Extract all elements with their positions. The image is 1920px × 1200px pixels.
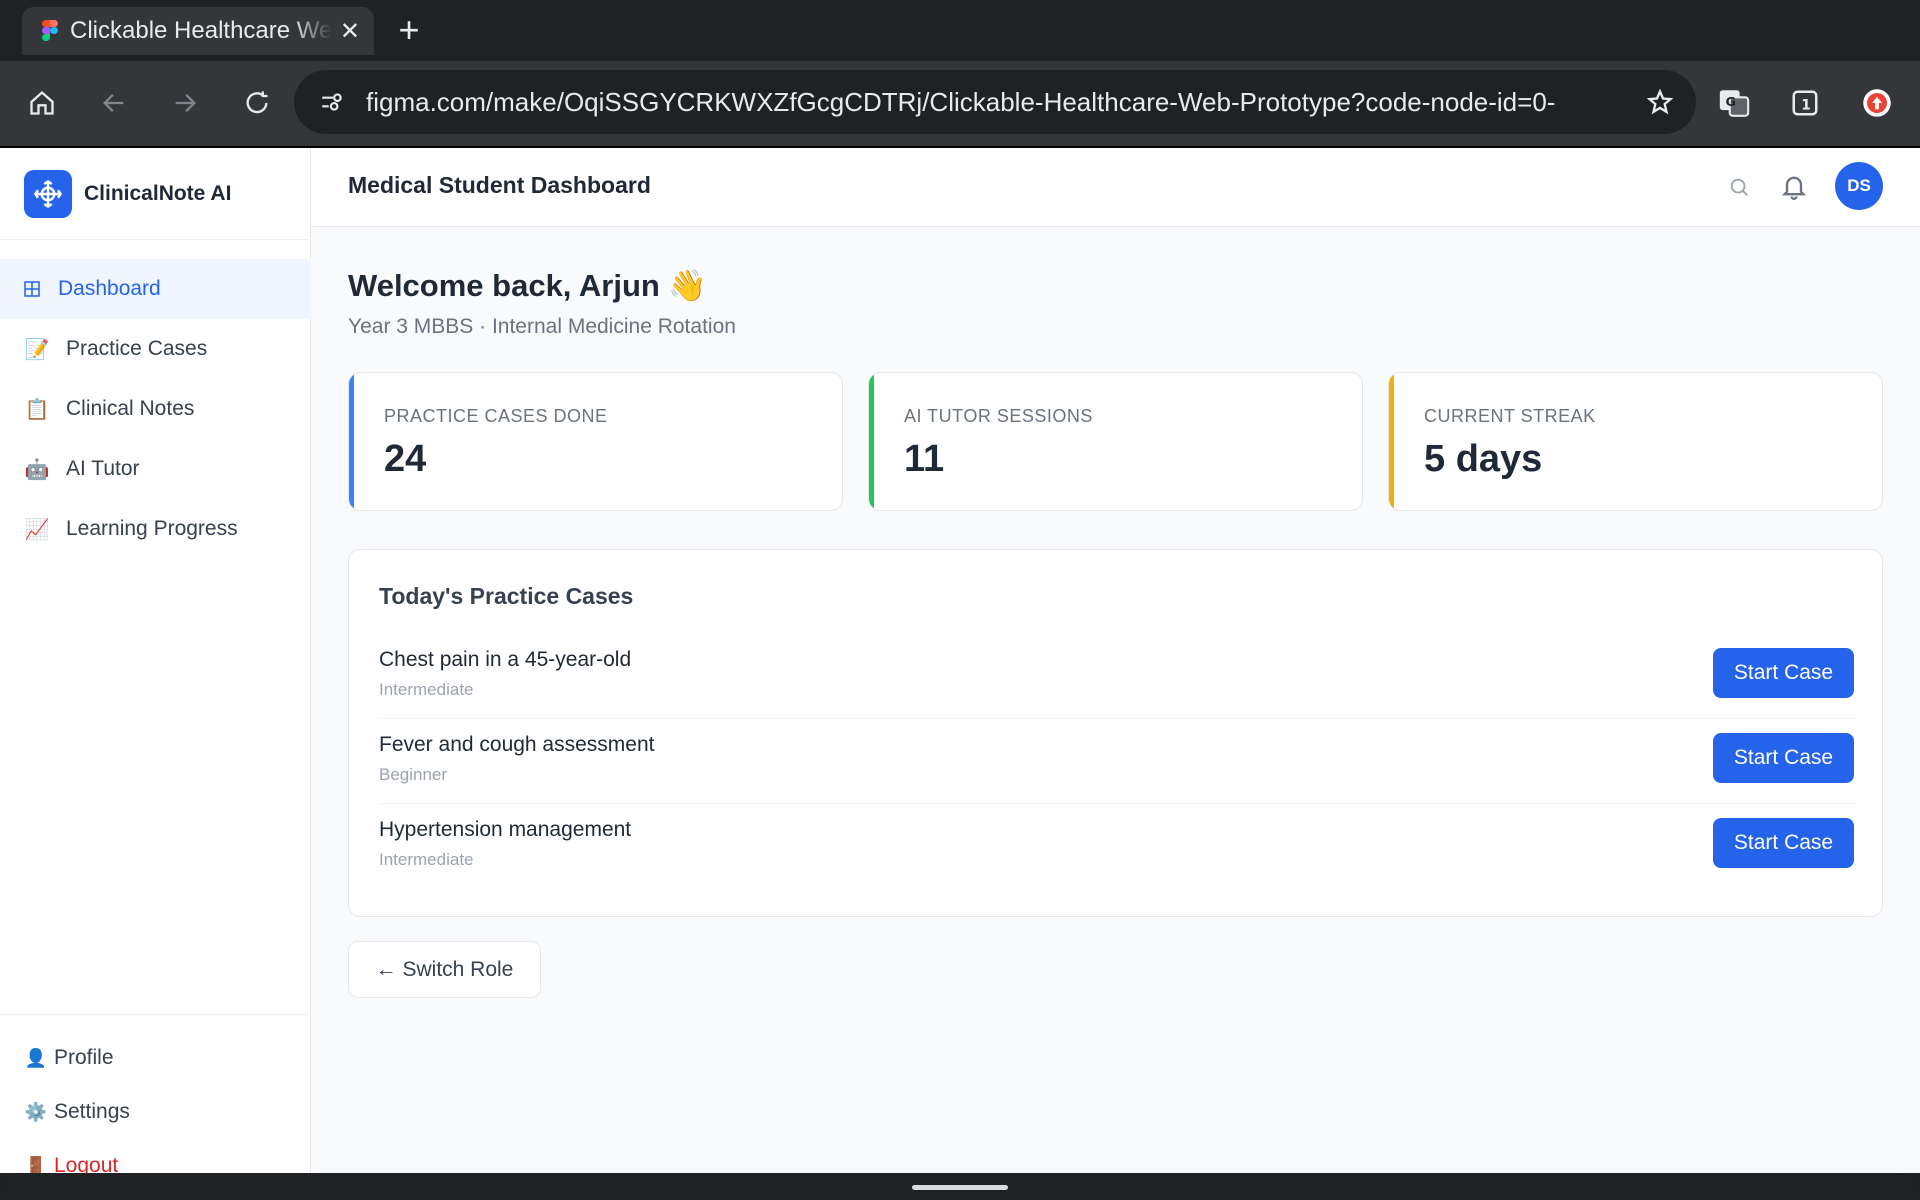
start-case-button[interactable]: Start Case [1713, 733, 1854, 783]
stat-value: 24 [384, 438, 427, 480]
sidebar: ClinicalNote AI Dashboard 📝 Practice Cas… [0, 148, 311, 1177]
sidebar-item-label: AI Tutor [66, 457, 140, 480]
sidebar-item-dashboard[interactable]: Dashboard [0, 259, 311, 319]
address-bar[interactable]: figma.com/make/OqiSSGYCRKWXZfGcgCDTRj/Cl… [294, 70, 1696, 134]
browser-toolbar: figma.com/make/OqiSSGYCRKWXZfGcgCDTRj/Cl… [0, 61, 1920, 146]
stat-label: CURRENT STREAK [1424, 406, 1596, 426]
bell-icon[interactable] [1778, 170, 1810, 202]
sidebar-item-label: Practice Cases [66, 337, 208, 360]
tab-title: Clickable Healthcare We [70, 17, 332, 44]
stat-accent-bar [869, 373, 874, 510]
gear-icon: ⚙️ [24, 1101, 48, 1122]
back-icon[interactable] [92, 81, 136, 125]
translate-icon[interactable]: G [1712, 81, 1756, 125]
case-level: Intermediate [379, 850, 474, 869]
stat-card-practice-cases: PRACTICE CASES DONE 24 [348, 372, 843, 511]
sidebar-item-label: Learning Progress [66, 517, 238, 540]
gesture-handle[interactable] [912, 1185, 1008, 1190]
list-item: Hypertension management Intermediate Sta… [379, 804, 1854, 889]
sidebar-footer: 👤 Profile ⚙️ Settings 🚪 Logout [0, 1014, 311, 1193]
list-item: Chest pain in a 45-year-old Intermediate… [379, 634, 1854, 719]
reload-icon[interactable] [235, 81, 279, 125]
browser-tab-bar: Clickable Healthcare We ✕ + [0, 0, 1920, 61]
page-title: Medical Student Dashboard [348, 172, 651, 198]
top-header: Medical Student Dashboard DS [311, 148, 1920, 227]
stat-card-current-streak: CURRENT STREAK 5 days [1388, 372, 1883, 511]
stat-value: 11 [904, 438, 945, 480]
sidebar-item-learning-progress[interactable]: 📈 Learning Progress [0, 499, 311, 559]
sidebar-item-ai-tutor[interactable]: 🤖 AI Tutor [0, 439, 311, 499]
sidebar-item-clinical-notes[interactable]: 📋 Clinical Notes [0, 379, 311, 439]
sidebar-item-label: Clinical Notes [66, 397, 195, 420]
bookmark-star-icon[interactable] [1644, 86, 1676, 118]
sidebar-item-label: Dashboard [58, 277, 161, 300]
gesture-bar [0, 1173, 1920, 1200]
stat-card-ai-tutor-sessions: AI TUTOR SESSIONS 11 [868, 372, 1363, 511]
case-name: Fever and cough assessment [379, 733, 655, 756]
switch-role-button[interactable]: ← Switch Role [348, 941, 541, 998]
sidebar-nav: Dashboard 📝 Practice Cases 📋 Clinical No… [0, 259, 311, 559]
avatar[interactable]: DS [1835, 162, 1883, 210]
brand[interactable]: ClinicalNote AI [0, 148, 311, 240]
case-name: Hypertension management [379, 818, 632, 841]
close-icon[interactable]: ✕ [340, 17, 360, 46]
memo-icon: 📝 [24, 338, 50, 361]
welcome-heading: Welcome back, Arjun 👋 [348, 268, 708, 303]
stat-value: 5 days [1424, 438, 1543, 480]
home-icon[interactable] [20, 81, 64, 125]
chart-increasing-icon: 📈 [24, 518, 50, 541]
stat-label: AI TUTOR SESSIONS [904, 406, 1093, 426]
case-name: Chest pain in a 45-year-old [379, 648, 632, 671]
search-icon[interactable] [1724, 172, 1754, 202]
logo-icon [24, 169, 72, 218]
app-root: ClinicalNote AI Dashboard 📝 Practice Cas… [0, 148, 1920, 1177]
tab-count: 1 [1801, 97, 1811, 113]
sidebar-item-settings[interactable]: ⚙️ Settings [0, 1085, 311, 1139]
sidebar-item-practice-cases[interactable]: 📝 Practice Cases [0, 319, 311, 379]
start-case-button[interactable]: Start Case [1713, 648, 1854, 698]
svg-text:G: G [1726, 95, 1736, 110]
practice-cases-panel: Today's Practice Cases Chest pain in a 4… [348, 549, 1883, 917]
list-item: Fever and cough assessment Beginner Star… [379, 719, 1854, 804]
site-settings-icon[interactable] [316, 86, 348, 118]
sidebar-item-label: Settings [54, 1100, 130, 1123]
plus-icon[interactable]: + [392, 10, 426, 50]
sidebar-item-label: Profile [54, 1046, 114, 1069]
main-content: Welcome back, Arjun 👋 Year 3 MBBS · Inte… [311, 227, 1920, 1173]
sidebar-item-profile[interactable]: 👤 Profile [0, 1031, 311, 1085]
stat-label: PRACTICE CASES DONE [384, 406, 608, 426]
grid-icon [24, 276, 40, 302]
welcome-subtitle: Year 3 MBBS · Internal Medicine Rotation [348, 315, 736, 338]
url-text[interactable]: figma.com/make/OqiSSGYCRKWXZfGcgCDTRj/Cl… [366, 86, 1616, 118]
case-level: Beginner [379, 765, 448, 784]
person-icon: 👤 [24, 1047, 48, 1068]
stat-accent-bar [349, 373, 354, 510]
brand-name: ClinicalNote AI [84, 181, 232, 205]
figma-icon [42, 20, 58, 42]
case-level: Intermediate [379, 680, 474, 699]
browser-tab[interactable]: Clickable Healthcare We ✕ [22, 7, 374, 55]
section-title: Today's Practice Cases [379, 583, 634, 609]
robot-icon: 🤖 [24, 458, 50, 481]
stat-accent-bar [1389, 373, 1394, 510]
notebook-icon: 📋 [24, 398, 50, 421]
update-icon[interactable] [1855, 81, 1899, 125]
start-case-button[interactable]: Start Case [1713, 818, 1854, 868]
forward-icon[interactable] [163, 81, 207, 125]
tab-count-icon[interactable]: 1 [1783, 81, 1827, 125]
